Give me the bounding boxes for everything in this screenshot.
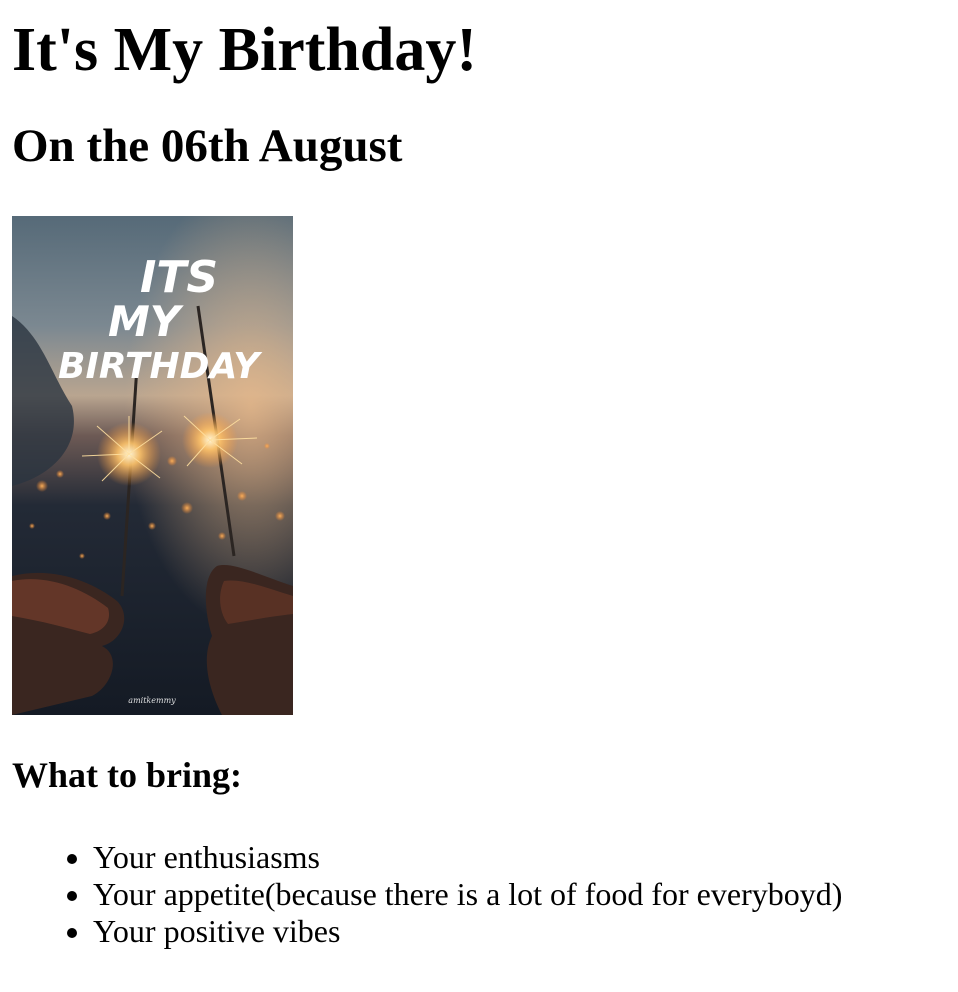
poster-signature: amitkemmy — [128, 696, 176, 705]
bring-list: Your enthusiasms Your appetite(because t… — [12, 839, 946, 950]
poster-text-my: MY — [108, 297, 184, 346]
birthday-poster-image: ITS MY BIRTHDAY amitkemmy — [12, 216, 293, 715]
list-item: Your appetite(because there is a lot of … — [93, 876, 946, 913]
page-content: It's My Birthday! On the 06th August ITS… — [0, 0, 958, 950]
poster-text-its: ITS — [140, 252, 218, 303]
what-to-bring-heading: What to bring: — [12, 755, 243, 795]
page-title: It's My Birthday! — [12, 16, 477, 84]
list-item: Your positive vibes — [93, 913, 946, 950]
list-item: Your enthusiasms — [93, 839, 946, 876]
event-date-heading: On the 06th August — [12, 120, 403, 172]
poster-text-birthday: BIRTHDAY — [58, 346, 263, 387]
